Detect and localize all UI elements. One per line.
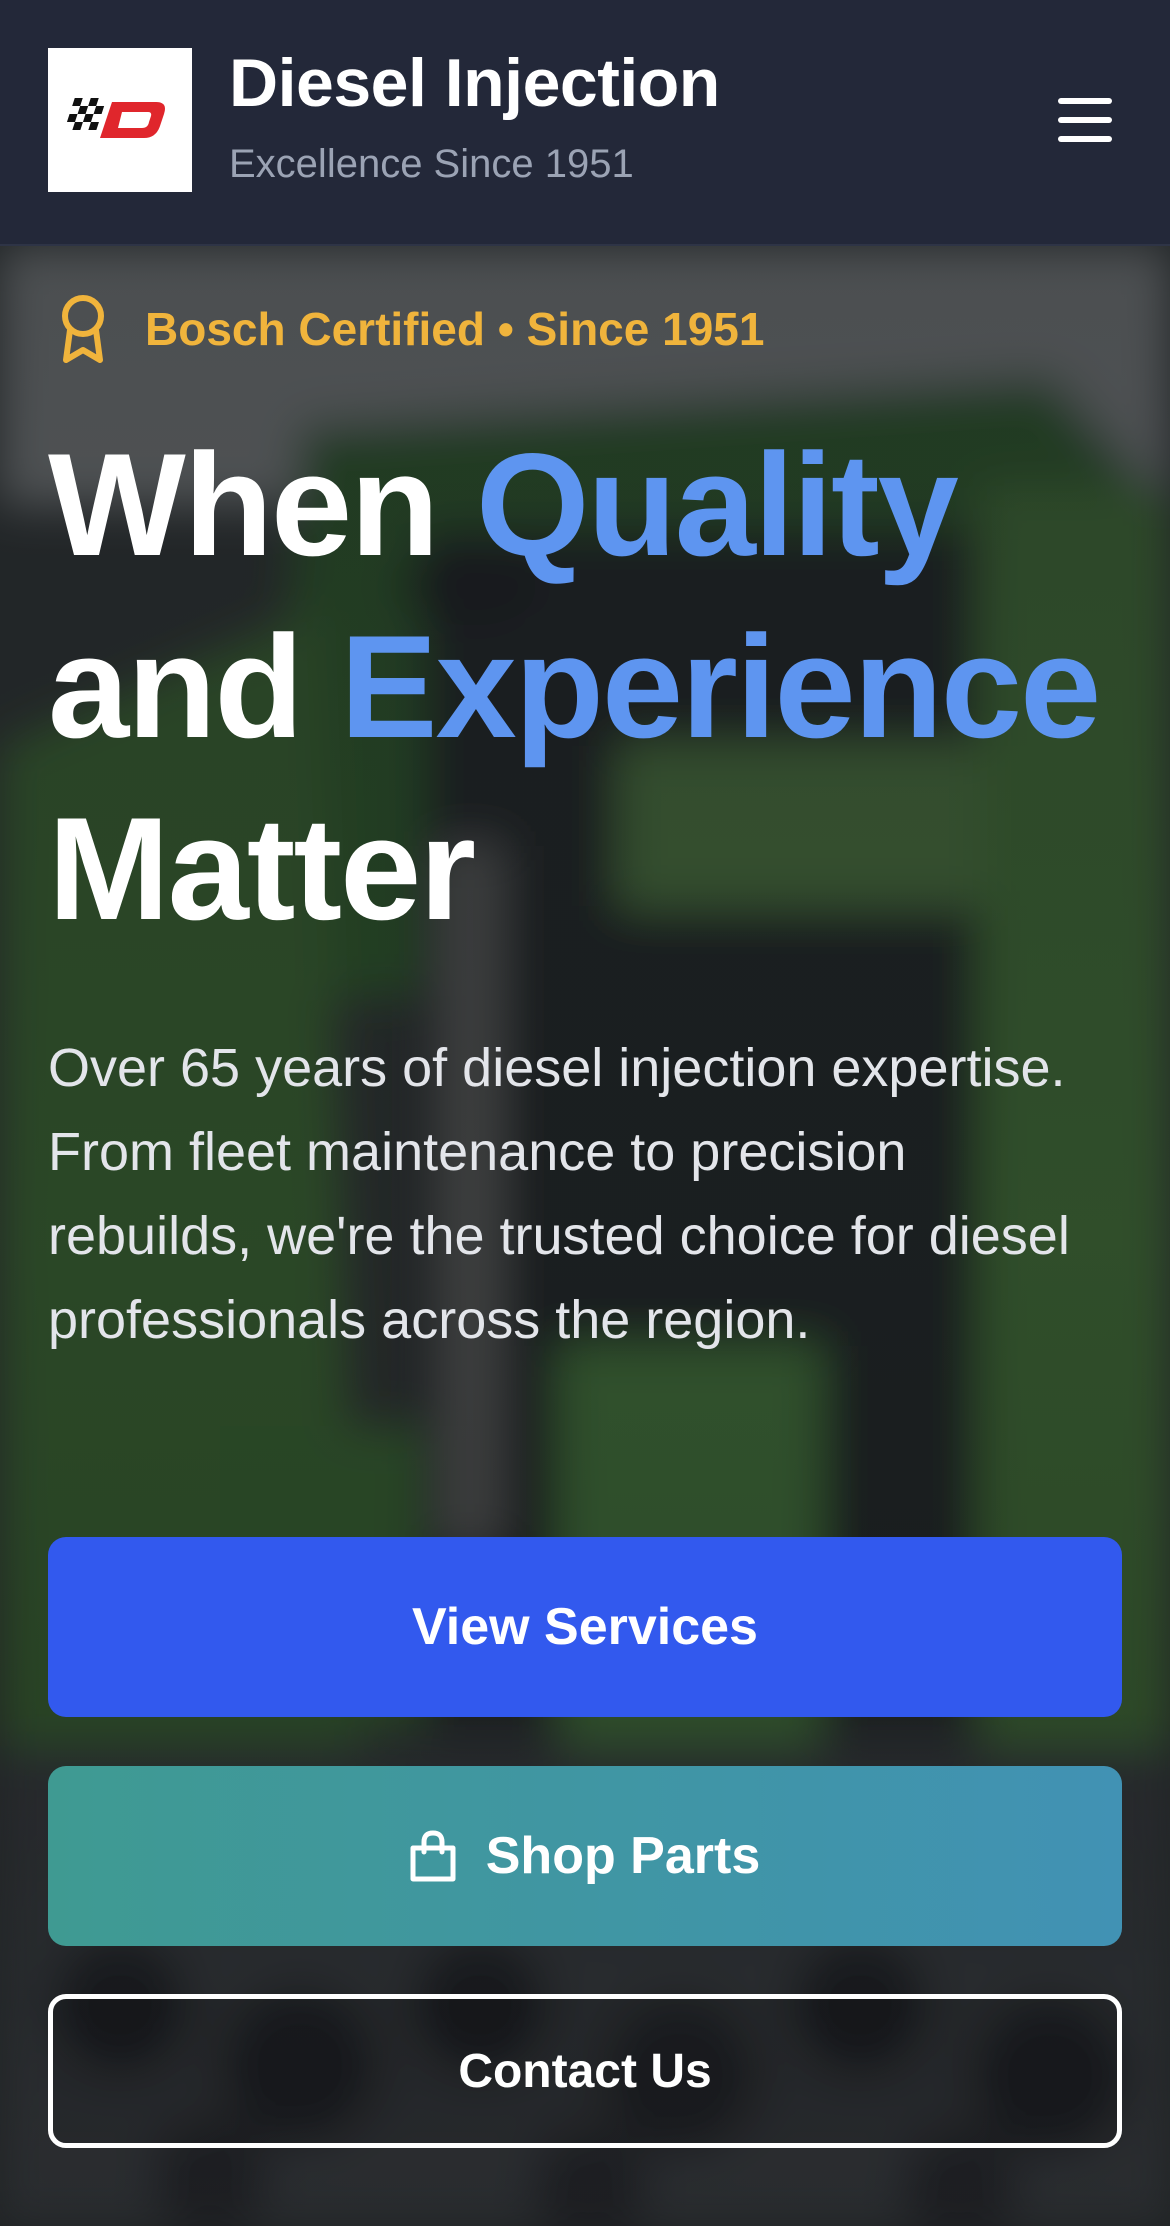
headline-and: and [48, 605, 341, 768]
view-services-button[interactable]: View Services [48, 1537, 1122, 1717]
view-services-label: View Services [412, 1598, 758, 1656]
site-header: Diesel Injection Excellence Since 1951 [0, 0, 1170, 246]
hero-section: Bosch Certified • Since 1951 When Qualit… [0, 246, 1170, 2226]
brand-title[interactable]: Diesel Injection [229, 44, 720, 122]
badge-text: Bosch Certified • Since 1951 [145, 303, 765, 355]
headline-when: When [48, 423, 476, 586]
shopping-bag-icon [410, 1830, 456, 1882]
brand-tagline: Excellence Since 1951 [229, 142, 634, 186]
hamburger-menu-icon[interactable] [1052, 92, 1120, 148]
headline-experience: Experience [340, 605, 1101, 768]
contact-us-button[interactable]: Contact Us [48, 1994, 1122, 2148]
contact-us-label: Contact Us [458, 2044, 712, 2098]
hero-intro-text: Over 65 years of diesel injection expert… [48, 1038, 1070, 1350]
shop-parts-button[interactable]: Shop Parts [48, 1766, 1122, 1946]
award-ribbon-icon [62, 295, 104, 363]
headline-quality: Quality [475, 423, 959, 586]
checkered-flag-d-logo-icon [66, 98, 165, 138]
headline-matter: Matter [48, 787, 476, 950]
shop-parts-label: Shop Parts [485, 1827, 761, 1885]
hero-headline: When Quality and Experience Matter [48, 414, 1148, 960]
brand-logo[interactable] [48, 48, 192, 192]
